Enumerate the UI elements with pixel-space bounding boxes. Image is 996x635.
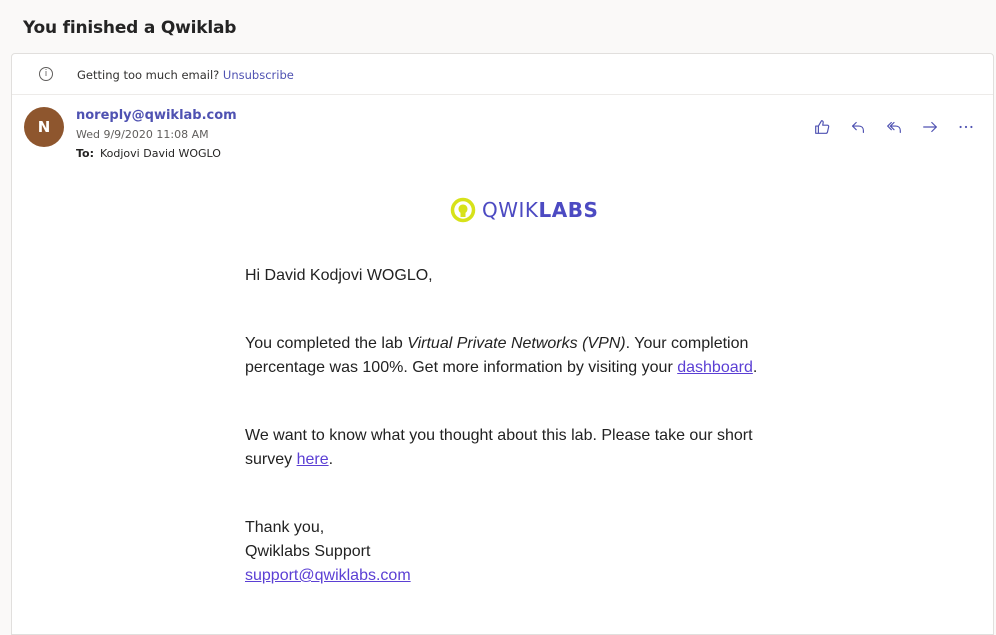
email-subject: You finished a Qwiklab xyxy=(23,18,237,38)
like-icon xyxy=(815,120,830,134)
more-icon xyxy=(959,125,973,129)
greeting: Hi David Kodjovi WOGLO, xyxy=(245,267,433,284)
info-icon: i xyxy=(39,67,53,81)
to-label: To: xyxy=(76,147,94,160)
reply-all-icon xyxy=(887,121,901,133)
support-email-link[interactable]: support@qwiklabs.com xyxy=(245,567,411,584)
dashboard-link[interactable]: dashboard xyxy=(677,359,753,376)
sender-address[interactable]: noreply@qwiklab.com xyxy=(76,108,237,123)
signoff: Thank you, Qwiklabs Support support@qwik… xyxy=(245,516,785,588)
like-button[interactable] xyxy=(811,116,833,138)
message-actions xyxy=(811,116,977,138)
reply-button[interactable] xyxy=(847,116,869,138)
message-body: Hi David Kodjovi WOGLO, You completed th… xyxy=(245,264,785,588)
survey-text-end: . xyxy=(328,451,334,468)
completion-paragraph: You completed the lab Virtual Private Ne… xyxy=(245,332,785,380)
forward-button[interactable] xyxy=(919,116,941,138)
thanks-line: Thank you, xyxy=(245,519,325,536)
qwiklabs-logo-icon xyxy=(450,197,476,223)
completion-text-end: . xyxy=(752,359,758,376)
logo-text-bold: LABS xyxy=(538,198,599,222)
message-date: Wed 9/9/2020 11:08 AM xyxy=(76,128,209,141)
message-card: i Getting too much email? Unsubscribe N … xyxy=(11,53,994,635)
recipient-line: To: Kodjovi David WOGLO xyxy=(76,147,221,160)
survey-link[interactable]: here xyxy=(297,451,329,468)
unsubscribe-bar: i Getting too much email? Unsubscribe xyxy=(12,54,993,95)
logo-text-light: QWIK xyxy=(482,198,539,222)
recipient-name[interactable]: Kodjovi David WOGLO xyxy=(100,147,221,160)
completion-text-start: You completed the lab xyxy=(245,335,408,352)
reply-icon xyxy=(852,121,864,133)
qwiklabs-logo: QWIKLABS xyxy=(450,197,598,223)
avatar[interactable]: N xyxy=(24,107,64,147)
more-options-button[interactable] xyxy=(955,116,977,138)
unsubscribe-link[interactable]: Unsubscribe xyxy=(223,68,294,82)
unsubscribe-notice: Getting too much email? Unsubscribe xyxy=(77,68,294,82)
unsubscribe-prompt: Getting too much email? xyxy=(77,68,220,82)
reply-all-button[interactable] xyxy=(883,116,905,138)
signature: Qwiklabs Support xyxy=(245,543,371,560)
forward-icon xyxy=(923,121,937,133)
qwiklabs-wordmark: QWIKLABS xyxy=(482,198,598,222)
survey-paragraph: We want to know what you thought about t… xyxy=(245,424,785,472)
lab-name: Virtual Private Networks (VPN) xyxy=(407,335,626,352)
